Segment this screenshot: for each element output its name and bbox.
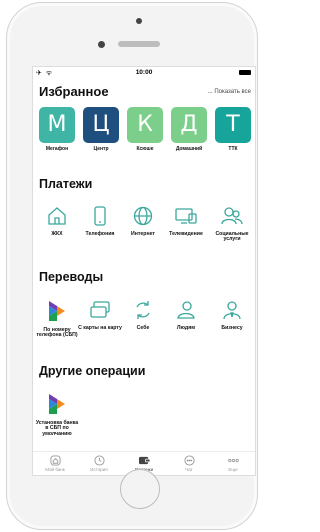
tab-label: Мой банк [45, 467, 65, 472]
favorite-tile[interactable]: Т ТТК [215, 107, 251, 157]
payment-label: Телефония [85, 231, 115, 237]
transfers-row: По номеру телефона (СБП) С карты на карт… [33, 300, 255, 356]
transfer-sbp[interactable]: По номеру телефона (СБП) [34, 300, 80, 339]
house-icon [48, 207, 66, 225]
favorite-avatar: Д [171, 107, 207, 143]
show-all-link[interactable]: ... Показать все [208, 89, 251, 95]
home-tab-icon [49, 455, 61, 466]
business-person-icon [223, 301, 241, 320]
tab-chat[interactable]: Чат [169, 455, 209, 472]
cards-icon [90, 301, 110, 318]
other-sbp-default-bank[interactable]: Установка банка в СБП по умолчанию [34, 393, 80, 437]
tab-label: Чат [185, 467, 193, 472]
tab-label: Еще [228, 467, 238, 472]
favorite-avatar: Ц [83, 107, 119, 143]
favorites-header: Избранное ... Показать все [39, 84, 251, 100]
payment-label: Интернет [131, 231, 155, 237]
favorite-avatar: Т [215, 107, 251, 143]
front-camera [98, 41, 105, 48]
payments-row: ЖКХ Телефония Интернет Телевидение Социа… [33, 206, 255, 262]
favorite-tile[interactable]: Д Домашний [171, 107, 207, 157]
transfer-people[interactable]: Людям [163, 300, 209, 331]
refresh-icon [136, 301, 150, 319]
favorite-tile[interactable]: К Ксюше [127, 107, 163, 157]
transfers-title: Переводы [39, 270, 104, 284]
favorite-label: Ксюше [136, 146, 154, 152]
phone-frame: ✈ ᯤ 10:00 Избранное ... Показать все М М… [6, 2, 258, 530]
tab-more[interactable]: Еще [213, 455, 253, 472]
home-button[interactable] [120, 469, 160, 509]
transfer-label: По номеру телефона (СБП) [36, 327, 78, 339]
payment-zhkh[interactable]: ЖКХ [34, 206, 80, 237]
payment-internet[interactable]: Интернет [120, 206, 166, 237]
other-label: Установка банка в СБП по умолчанию [35, 420, 79, 437]
earpiece-speaker [118, 41, 160, 47]
transfer-label: Себе [136, 325, 150, 331]
tab-history[interactable]: История [79, 455, 119, 472]
favorite-label: Домашний [175, 146, 203, 152]
payment-tv[interactable]: Телевидение [163, 206, 209, 237]
sbp-logo-icon [49, 394, 65, 414]
transfer-label: Людям [176, 325, 196, 331]
more-icon [227, 458, 239, 463]
favorites-row: М Мегафон Ц Центр К Ксюше Д Домашний Т Т… [39, 107, 251, 157]
status-time: 10:00 [135, 69, 153, 76]
other-row: Установка банка в СБП по умолчанию [33, 393, 255, 449]
battery-icon [239, 70, 251, 75]
app-screen: ✈ ᯤ 10:00 Избранное ... Показать все М М… [32, 66, 256, 476]
clock-icon [93, 455, 105, 466]
person-icon [177, 301, 195, 319]
favorite-avatar: М [39, 107, 75, 143]
favorites-title: Избранное [39, 84, 109, 99]
wallet-icon [138, 456, 150, 465]
sensor-dot [136, 18, 142, 24]
payment-social[interactable]: Социальные услуги [209, 206, 255, 243]
people-icon [221, 207, 243, 225]
phone-icon [94, 206, 106, 226]
transfer-self[interactable]: Себе [120, 300, 166, 331]
transfer-business[interactable]: Бизнесу [209, 300, 255, 331]
globe-icon [133, 206, 153, 226]
status-bar: ✈ ᯤ 10:00 [33, 67, 255, 79]
payment-label: ЖКХ [51, 231, 63, 237]
chat-icon [183, 455, 195, 466]
tab-my-bank[interactable]: Мой банк [35, 455, 75, 472]
other-title: Другие операции [39, 364, 146, 378]
favorite-label: Мегафон [45, 146, 69, 152]
payment-telephony[interactable]: Телефония [77, 206, 123, 237]
payment-label: Социальные услуги [215, 231, 249, 243]
transfer-card-to-card[interactable]: С карты на карту [77, 300, 123, 331]
favorite-label: ТТК [228, 146, 238, 152]
tab-label: История [90, 467, 108, 472]
payments-title: Платежи [39, 177, 93, 191]
favorite-tile[interactable]: Ц Центр [83, 107, 119, 157]
favorite-avatar: К [127, 107, 163, 143]
transfer-label: С карты на карту [78, 325, 122, 331]
favorite-tile[interactable]: М Мегафон [39, 107, 75, 157]
sbp-logo-icon [49, 301, 65, 321]
favorite-label: Центр [93, 146, 109, 152]
payment-label: Телевидение [169, 231, 203, 237]
tv-icon [175, 208, 197, 224]
transfer-label: Бизнесу [221, 325, 243, 331]
